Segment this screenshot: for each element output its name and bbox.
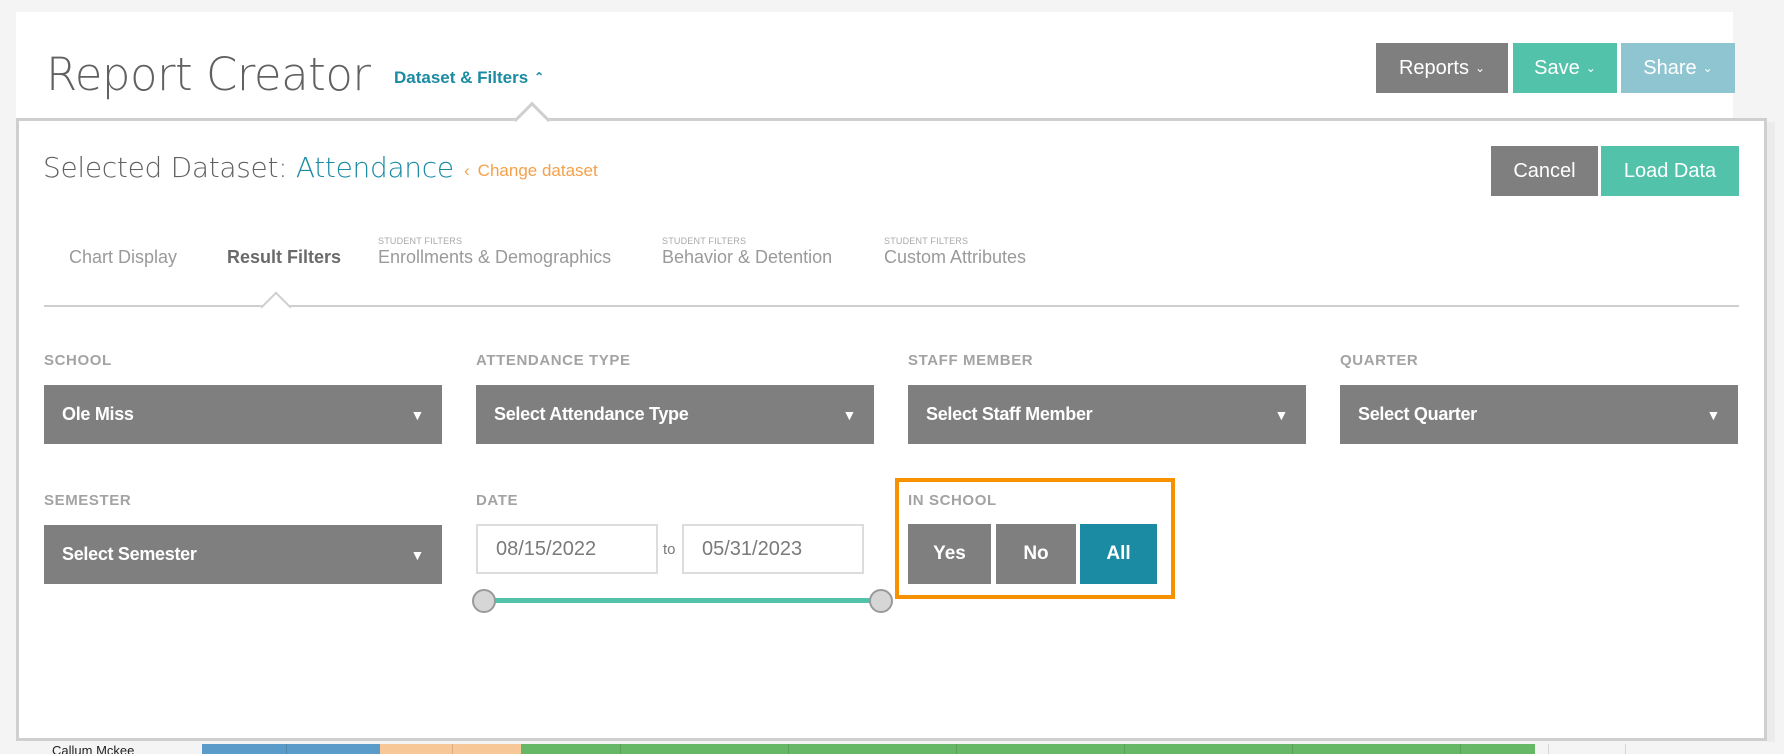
date-range-separator: to bbox=[663, 541, 676, 558]
change-dataset-link[interactable]: ‹ Change dataset bbox=[464, 161, 598, 181]
staff-member-select-value: Select Staff Member bbox=[926, 404, 1093, 424]
school-select[interactable]: Ole Miss ▼ bbox=[44, 385, 442, 444]
tab-label: Chart Display bbox=[69, 247, 178, 267]
chart-gridline bbox=[286, 744, 287, 754]
load-data-button[interactable]: Load Data bbox=[1601, 146, 1739, 196]
staff-member-label: STAFF MEMBER bbox=[908, 352, 1034, 369]
quarter-select[interactable]: Select Quarter ▼ bbox=[1340, 385, 1738, 444]
date-to-input[interactable]: 05/31/2023 bbox=[682, 524, 864, 574]
dataset-filters-label: Dataset & Filters bbox=[394, 68, 529, 87]
panel-shadow bbox=[1767, 122, 1775, 742]
in-school-all-button[interactable]: All bbox=[1080, 524, 1157, 584]
dataset-filters-toggle[interactable]: Dataset & Filters ⌃ bbox=[394, 68, 544, 88]
tab-label: Behavior & Detention bbox=[662, 247, 833, 267]
date-range-slider-track[interactable] bbox=[484, 598, 881, 603]
background-row-name: Callum Mckee bbox=[52, 743, 135, 754]
attendance-type-label: ATTENDANCE TYPE bbox=[476, 352, 631, 369]
chevron-down-icon: ⌄ bbox=[1702, 61, 1713, 75]
chart-gridline bbox=[1292, 744, 1293, 754]
chevron-left-icon: ‹ bbox=[464, 161, 470, 180]
date-label: DATE bbox=[476, 492, 519, 509]
chevron-down-icon: ⌄ bbox=[1585, 61, 1596, 75]
selected-dataset-value: Attendance bbox=[295, 151, 454, 184]
in-school-yes-button[interactable]: Yes bbox=[908, 524, 991, 584]
tab-result-filters[interactable]: Result Filters bbox=[227, 236, 341, 268]
save-button-label: Save bbox=[1534, 56, 1580, 79]
semester-label: SEMESTER bbox=[44, 492, 132, 509]
tab-sup-label bbox=[227, 236, 341, 247]
quarter-label: QUARTER bbox=[1340, 352, 1419, 369]
tab-enrollments-demographics[interactable]: STUDENT FILTERS Enrollments & Demographi… bbox=[378, 236, 611, 268]
tab-sup-label: STUDENT FILTERS bbox=[662, 236, 747, 246]
chart-gridline bbox=[1460, 744, 1461, 754]
date-range-start-handle[interactable] bbox=[472, 589, 496, 613]
share-button-label: Share bbox=[1643, 56, 1697, 79]
chart-gridline bbox=[788, 744, 789, 754]
share-button[interactable]: Share ⌄ bbox=[1621, 43, 1735, 93]
chart-bar-segment-green bbox=[521, 744, 1535, 754]
attendance-type-select-value: Select Attendance Type bbox=[494, 404, 689, 424]
reports-button-label: Reports bbox=[1398, 56, 1469, 79]
tabs-divider bbox=[44, 305, 1739, 307]
selected-dataset-heading: Selected Dataset: Attendance bbox=[43, 151, 454, 184]
change-dataset-label: Change dataset bbox=[477, 161, 598, 180]
tab-label: Enrollments & Demographics bbox=[378, 247, 612, 267]
tab-custom-attributes[interactable]: STUDENT FILTERS Custom Attributes bbox=[884, 236, 1026, 268]
chart-gridline bbox=[1548, 744, 1549, 754]
caret-down-icon: ▼ bbox=[410, 546, 424, 563]
chevron-up-icon: ⌃ bbox=[534, 70, 545, 84]
page-title: Report Creator bbox=[46, 48, 371, 101]
selected-dataset-label: Selected Dataset: bbox=[43, 151, 288, 184]
caret-down-icon: ▼ bbox=[1706, 406, 1720, 423]
quarter-select-value: Select Quarter bbox=[1358, 404, 1477, 424]
chart-gridline bbox=[620, 744, 621, 754]
save-button[interactable]: Save ⌄ bbox=[1513, 43, 1617, 93]
chart-bar-segment-blue bbox=[202, 744, 380, 754]
caret-down-icon: ▼ bbox=[842, 406, 856, 423]
attendance-type-select[interactable]: Select Attendance Type ▼ bbox=[476, 385, 874, 444]
tab-chart-display[interactable]: Chart Display bbox=[69, 236, 177, 268]
chart-gridline bbox=[1124, 744, 1125, 754]
chart-bar-segment-orange bbox=[380, 744, 521, 754]
chart-gridline bbox=[452, 744, 453, 754]
chevron-down-icon: ⌄ bbox=[1474, 61, 1486, 75]
tab-label: Result Filters bbox=[227, 247, 342, 267]
date-range-end-handle[interactable] bbox=[869, 589, 893, 613]
in-school-no-button[interactable]: No bbox=[996, 524, 1076, 584]
chart-gridline bbox=[1625, 744, 1626, 754]
date-from-input[interactable]: 08/15/2022 bbox=[476, 524, 658, 574]
school-label: SCHOOL bbox=[44, 352, 112, 369]
tab-sup-label: STUDENT FILTERS bbox=[884, 236, 969, 246]
caret-down-icon: ▼ bbox=[410, 406, 424, 423]
tab-sup-label: STUDENT FILTERS bbox=[378, 236, 463, 246]
cancel-button[interactable]: Cancel bbox=[1491, 146, 1598, 196]
school-select-value: Ole Miss bbox=[62, 404, 134, 424]
tab-behavior-detention[interactable]: STUDENT FILTERS Behavior & Detention bbox=[662, 236, 832, 268]
in-school-label: IN SCHOOL bbox=[908, 492, 997, 509]
chart-gridline bbox=[956, 744, 957, 754]
semester-select-value: Select Semester bbox=[62, 544, 197, 564]
tab-label: Custom Attributes bbox=[884, 247, 1027, 267]
semester-select[interactable]: Select Semester ▼ bbox=[44, 525, 442, 584]
tab-sup-label bbox=[69, 236, 177, 247]
staff-member-select[interactable]: Select Staff Member ▼ bbox=[908, 385, 1306, 444]
caret-down-icon: ▼ bbox=[1274, 406, 1288, 423]
reports-button[interactable]: Reports ⌄ bbox=[1376, 43, 1508, 93]
